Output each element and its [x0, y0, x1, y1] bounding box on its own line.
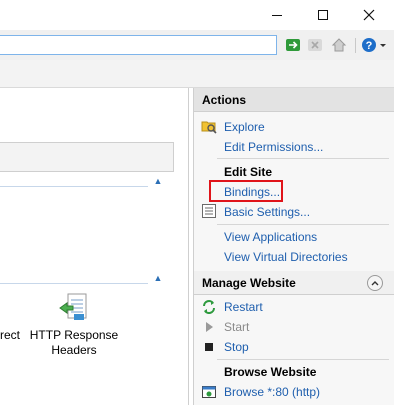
- maximize-button[interactable]: [300, 0, 346, 30]
- actions-header: Actions: [194, 88, 394, 112]
- toolbar-separator: [355, 38, 356, 53]
- browse-website-title: Browse Website: [224, 365, 317, 379]
- start-link[interactable]: Start: [224, 319, 249, 335]
- stop-link[interactable]: Stop: [224, 339, 249, 355]
- feature-label-partial[interactable]: rect: [0, 328, 20, 343]
- chevron-up-icon: [371, 281, 379, 286]
- http-response-headers-icon[interactable]: [58, 292, 90, 324]
- view-virtual-directories-link[interactable]: View Virtual Directories: [224, 249, 348, 265]
- minimize-button[interactable]: [254, 0, 300, 30]
- maximize-icon: [318, 10, 328, 20]
- browse-icon: [202, 386, 216, 398]
- explore-link[interactable]: Explore: [224, 119, 265, 135]
- section-divider: [217, 224, 389, 225]
- manage-website-title: Manage Website: [202, 276, 296, 290]
- view-applications-link[interactable]: View Applications: [224, 229, 317, 245]
- menu-strip: [0, 60, 394, 88]
- close-button[interactable]: [346, 0, 392, 30]
- feature-label-line1: HTTP Response: [29, 328, 119, 342]
- edit-site-title: Edit Site: [224, 165, 273, 179]
- address-bar-row: ?: [0, 30, 394, 60]
- actions-pane: Actions Explore Edit Permissions... Edit…: [193, 88, 394, 405]
- help-icon[interactable]: ?: [361, 37, 377, 53]
- restart-link[interactable]: Restart: [224, 299, 263, 315]
- title-bar: [0, 0, 394, 30]
- start-icon: [206, 322, 213, 332]
- browse-80-link[interactable]: Browse *:80 (http): [224, 384, 320, 400]
- basic-settings-link[interactable]: Basic Settings...: [224, 204, 310, 220]
- group-collapse-icon[interactable]: ▲: [153, 177, 163, 186]
- bindings-highlight-box: [209, 180, 283, 202]
- go-icon[interactable]: [285, 37, 301, 53]
- group-divider: [0, 283, 148, 284]
- stop-square-icon: [205, 343, 213, 351]
- basic-settings-icon: [202, 204, 216, 218]
- chevron-down-icon[interactable]: [378, 37, 388, 53]
- explore-folder-icon: [201, 121, 217, 134]
- manage-website-header: Manage Website: [194, 271, 394, 295]
- features-header: [0, 142, 174, 172]
- restart-icon: [203, 300, 215, 314]
- close-icon: [363, 9, 375, 21]
- group-divider: [0, 186, 148, 187]
- section-divider: [217, 158, 389, 159]
- svg-text:?: ?: [366, 40, 373, 52]
- address-input[interactable]: [0, 35, 277, 55]
- group-collapse-icon[interactable]: ▲: [153, 274, 163, 283]
- http-response-headers-label[interactable]: HTTP Response Headers: [28, 328, 120, 358]
- feature-label-line2: Headers: [51, 343, 97, 357]
- stop-icon[interactable]: [307, 37, 323, 53]
- collapse-button[interactable]: [367, 275, 383, 291]
- section-divider: [217, 359, 389, 360]
- minimize-icon: [272, 14, 282, 16]
- features-view: ▲ ▲ rect HTTP Response Headers: [0, 88, 190, 405]
- home-icon[interactable]: [331, 37, 347, 53]
- edit-permissions-link[interactable]: Edit Permissions...: [224, 139, 323, 155]
